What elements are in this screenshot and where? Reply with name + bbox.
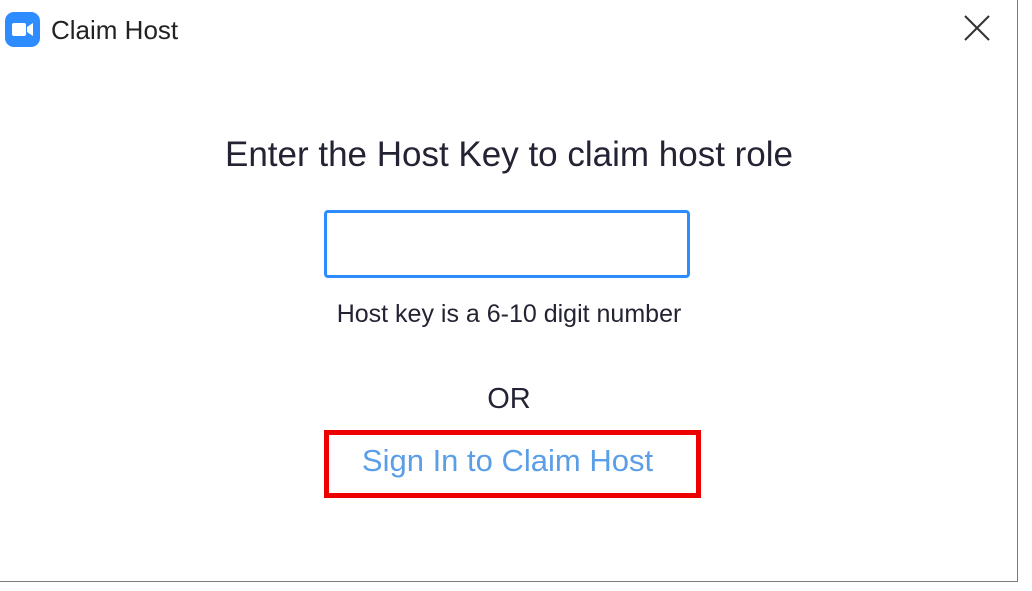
sign-in-to-claim-host-link[interactable]: Sign In to Claim Host (324, 441, 691, 481)
window-title: Claim Host (51, 15, 179, 45)
host-key-input[interactable] (324, 210, 690, 278)
host-key-hint: Host key is a 6-10 digit number (336, 300, 682, 328)
title-bar: Claim Host (0, 0, 1017, 60)
dialog-heading: Enter the Host Key to claim host role (224, 135, 794, 174)
claim-host-dialog: Claim Host Enter the Host Key to claim h… (0, 0, 1018, 582)
close-button[interactable] (955, 8, 999, 48)
close-icon (964, 15, 990, 41)
zoom-camera-icon (5, 12, 40, 47)
or-separator: OR (487, 383, 531, 415)
